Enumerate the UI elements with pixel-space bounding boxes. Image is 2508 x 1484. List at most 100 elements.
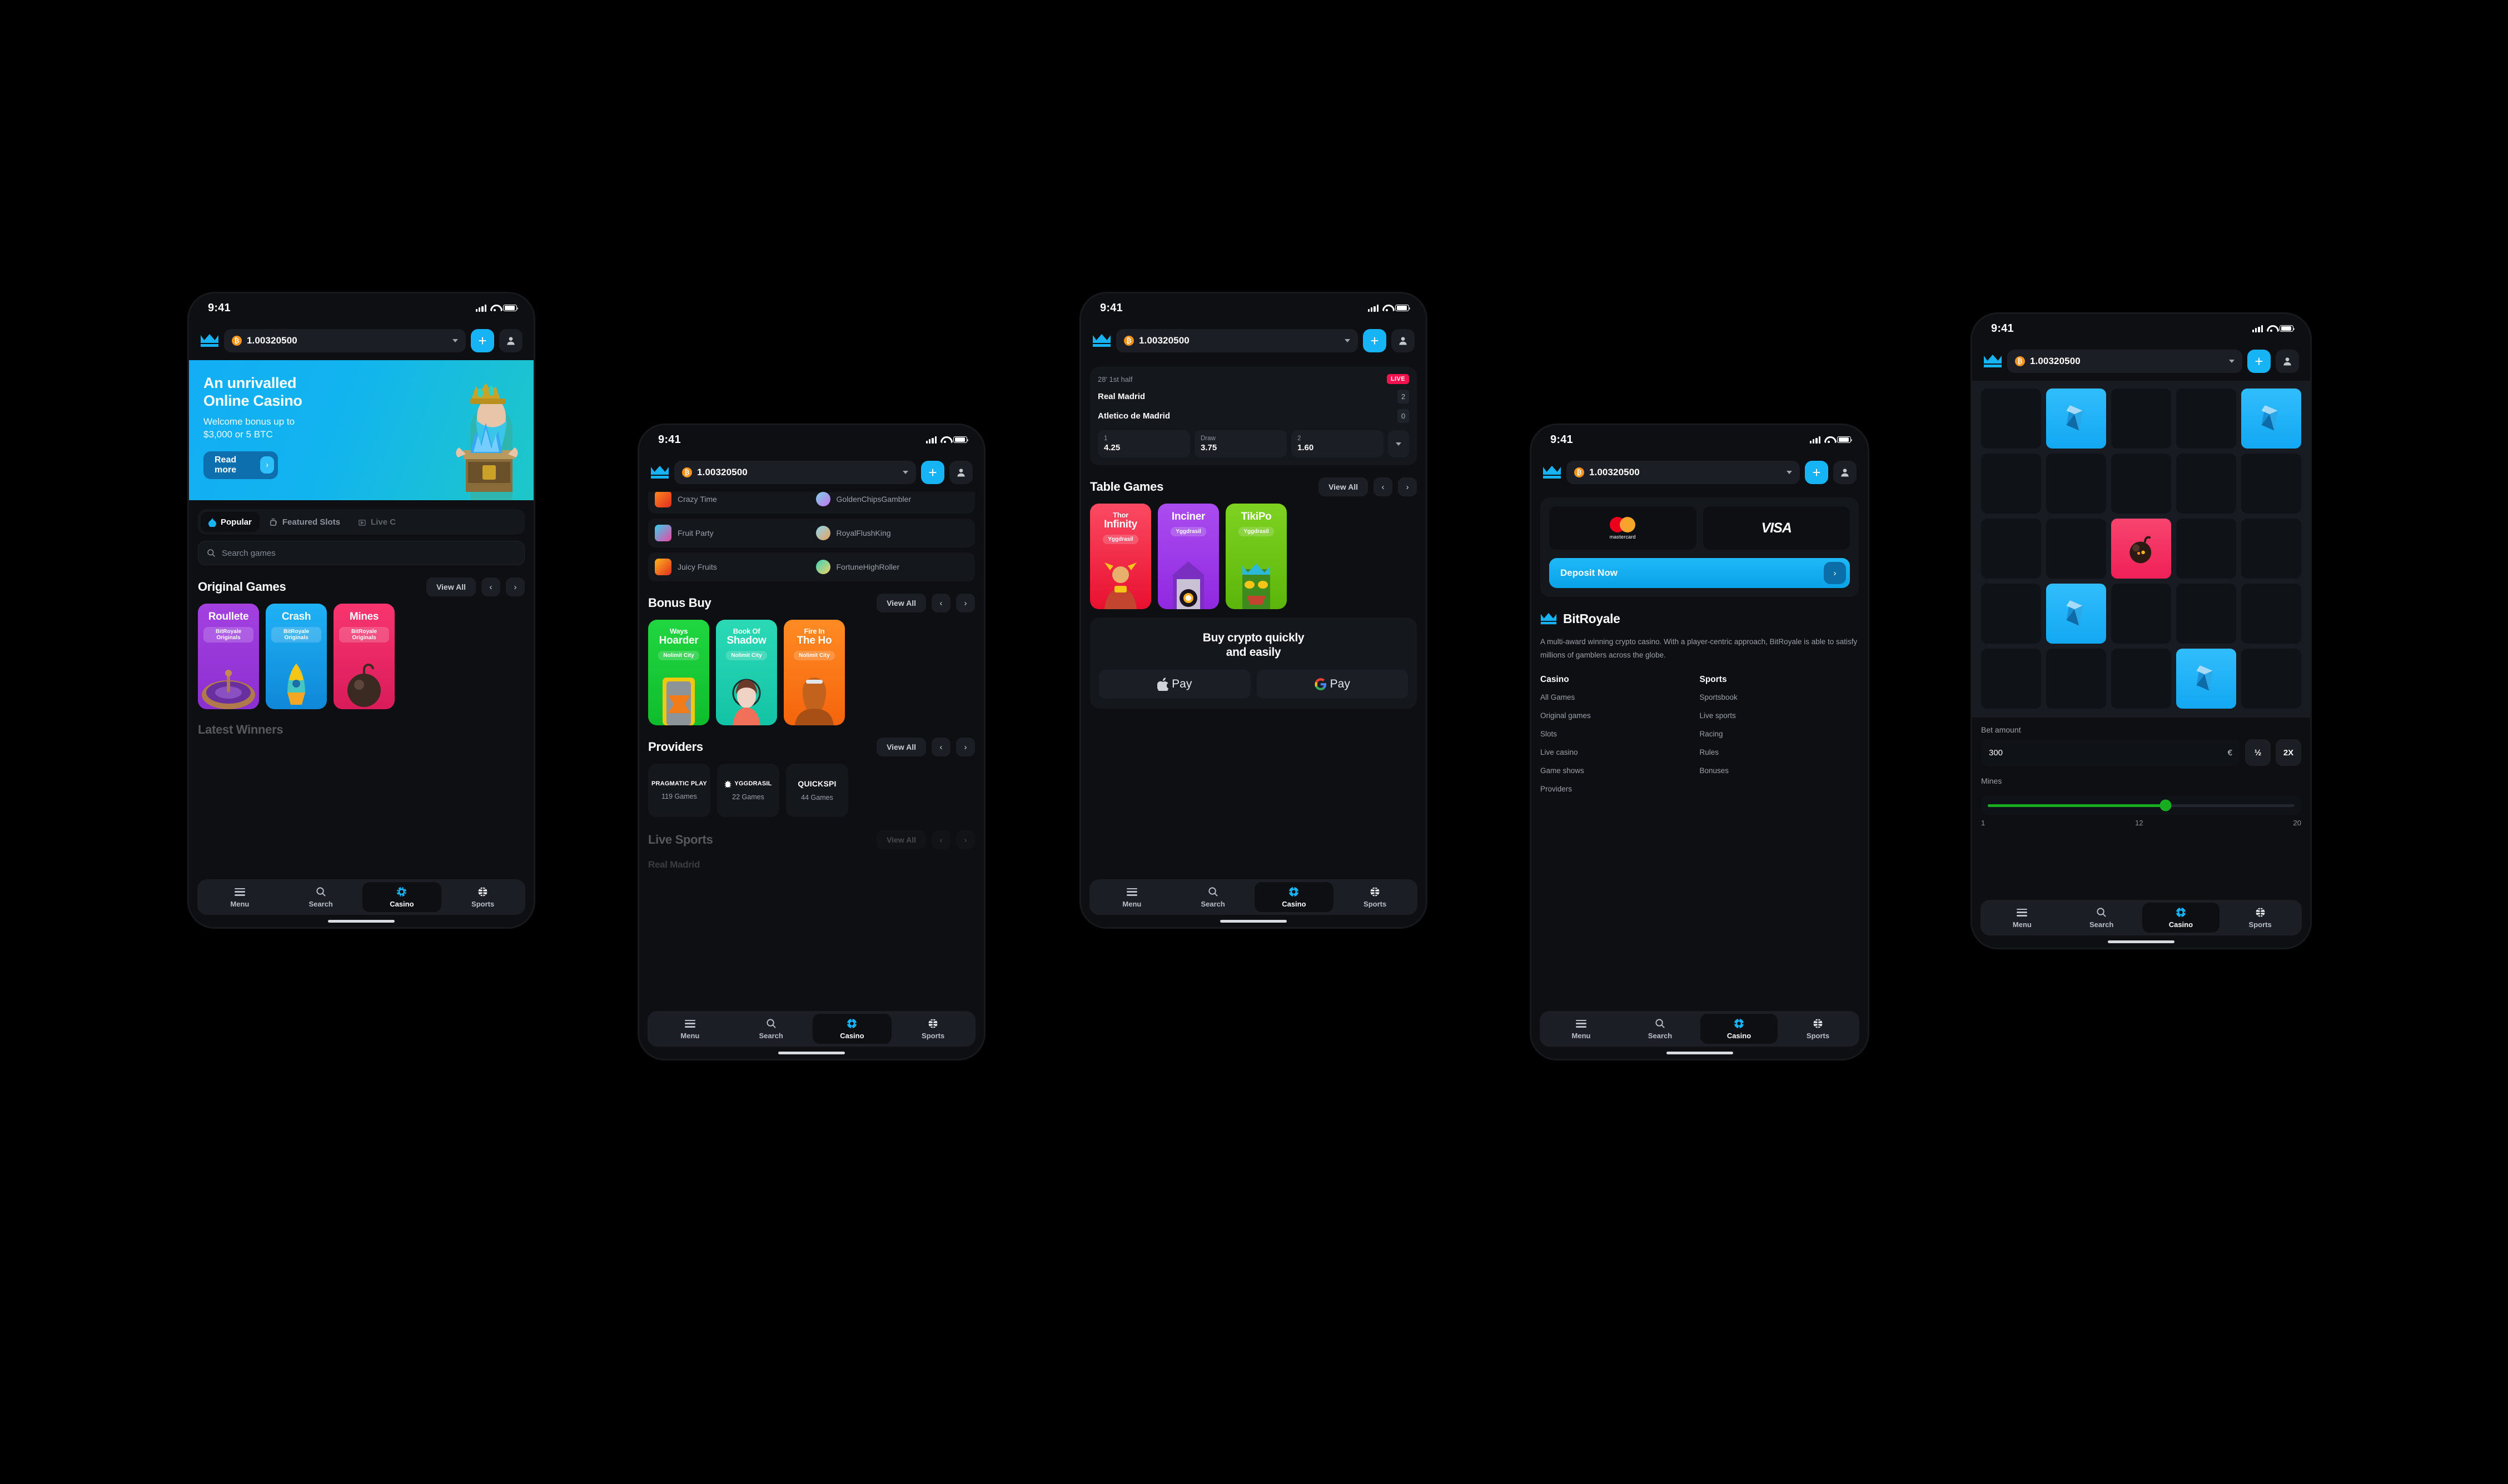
grid-cell-bomb[interactable] <box>2111 519 2171 579</box>
nav-search[interactable]: Search <box>1621 1014 1699 1044</box>
grid-cell-empty[interactable] <box>2176 584 2236 644</box>
profile-button[interactable] <box>2276 350 2299 373</box>
nav-sports[interactable]: Sports <box>893 1014 973 1044</box>
crown-logo-icon[interactable] <box>650 465 669 480</box>
grid-cell-empty[interactable] <box>2046 454 2106 514</box>
balance-selector[interactable]: ₿ 1.00320500 <box>1116 329 1358 352</box>
game-card[interactable]: Roullete BitRoyale Originals <box>198 604 259 709</box>
nav-sports[interactable]: Sports <box>1335 882 1415 912</box>
grid-cell-empty[interactable] <box>1981 519 2041 579</box>
grid-cell-gem[interactable] <box>2176 649 2236 709</box>
carousel-prev-button[interactable]: ‹ <box>481 577 500 596</box>
tab-featured-slots[interactable]: Featured Slots <box>262 512 348 532</box>
bet-amount-input[interactable]: 300 € <box>1981 739 2240 766</box>
nav-menu[interactable]: Menu <box>650 1014 730 1044</box>
profile-button[interactable] <box>1833 461 1857 484</box>
grid-cell-gem[interactable] <box>2046 584 2106 644</box>
nav-menu[interactable]: Menu <box>1542 1014 1620 1044</box>
carousel-next-button[interactable]: › <box>956 738 975 756</box>
providers-carousel[interactable]: PRAGMATIC PLAY 119 Games YGGDRASIL 22 Ga… <box>648 764 984 817</box>
balance-selector[interactable]: ₿ 1.00320500 <box>224 329 466 352</box>
deposit-now-button[interactable]: Deposit Now › <box>1549 558 1850 588</box>
nav-menu[interactable]: Menu <box>200 882 280 912</box>
grid-cell-gem[interactable] <box>2241 389 2301 449</box>
crown-logo-icon[interactable] <box>200 333 219 348</box>
game-card[interactable]: Book Of Shadow Nolimit City <box>716 620 777 725</box>
tab-live-casino[interactable]: Live C <box>350 512 404 532</box>
grid-cell-empty[interactable] <box>2111 389 2171 449</box>
nav-menu[interactable]: Menu <box>1092 882 1172 912</box>
game-card[interactable]: TikiPo Yggdrasil <box>1226 504 1287 609</box>
list-item[interactable]: Crazy Time GoldenChipsGambler <box>648 492 975 514</box>
mastercard-option[interactable]: mastercard <box>1549 506 1696 550</box>
provider-card[interactable]: PRAGMATIC PLAY 119 Games <box>648 764 710 817</box>
footer-link[interactable]: Slots <box>1540 730 1700 738</box>
halve-bet-button[interactable]: ½ <box>2245 739 2271 766</box>
grid-cell-gem[interactable] <box>2046 389 2106 449</box>
footer-link[interactable]: All Games <box>1540 693 1700 701</box>
list-item[interactable]: Fruit Party RoyalFlushKing <box>648 519 975 547</box>
game-card[interactable]: Crash BitRoyale Originals <box>266 604 327 709</box>
carousel-prev-button[interactable]: ‹ <box>932 738 951 756</box>
footer-link[interactable]: Game shows <box>1540 766 1700 775</box>
footer-link[interactable]: Providers <box>1540 785 1700 793</box>
visa-option[interactable]: VISA <box>1703 506 1850 550</box>
footer-link[interactable]: Live sports <box>1700 711 1859 720</box>
crown-logo-icon[interactable] <box>1092 333 1111 348</box>
footer-link[interactable]: Live casino <box>1540 748 1700 756</box>
mines-slider[interactable] <box>1981 796 2301 815</box>
nav-search[interactable]: Search <box>2063 903 2141 933</box>
balance-selector[interactable]: ₿ 1.00320500 <box>674 461 916 484</box>
grid-cell-empty[interactable] <box>2046 519 2106 579</box>
nav-search[interactable]: Search <box>1173 882 1253 912</box>
grid-cell-empty[interactable] <box>1981 389 2041 449</box>
grid-cell-empty[interactable] <box>2241 519 2301 579</box>
double-bet-button[interactable]: 2X <box>2276 739 2301 766</box>
carousel-next-button[interactable]: › <box>956 830 975 849</box>
view-all-button[interactable]: View All <box>877 738 926 756</box>
carousel-next-button[interactable]: › <box>506 577 525 596</box>
balance-selector[interactable]: ₿ 1.00320500 <box>2007 350 2242 373</box>
game-card[interactable]: Fire In The Ho Nolimit City <box>784 620 845 725</box>
nav-sports[interactable]: Sports <box>1779 1014 1857 1044</box>
table-games-carousel[interactable]: Thor Infinity Yggdrasil Inciner Yggdrasil… <box>1090 504 1426 609</box>
nav-casino[interactable]: Casino <box>1254 882 1334 912</box>
promo-hero-banner[interactable]: An unrivalled Online Casino Welcome bonu… <box>189 360 534 500</box>
original-games-carousel[interactable]: Roullete BitRoyale Originals Crash BitRo… <box>198 604 534 709</box>
mines-game-grid[interactable] <box>1972 381 2310 718</box>
profile-button[interactable] <box>949 461 973 484</box>
profile-button[interactable] <box>1391 329 1415 352</box>
nav-casino[interactable]: Casino <box>2142 903 2220 933</box>
read-more-button[interactable]: Read more › <box>203 451 278 479</box>
footer-link[interactable]: Sportsbook <box>1700 693 1859 701</box>
nav-casino[interactable]: Casino <box>362 882 442 912</box>
footer-link[interactable]: Original games <box>1540 711 1700 720</box>
carousel-prev-button[interactable]: ‹ <box>932 830 951 849</box>
grid-cell-empty[interactable] <box>2111 584 2171 644</box>
crown-logo-icon[interactable] <box>1983 354 2002 368</box>
footer-link[interactable]: Racing <box>1700 730 1859 738</box>
profile-button[interactable] <box>499 329 522 352</box>
balance-selector[interactable]: ₿ 1.00320500 <box>1566 461 1800 484</box>
google-pay-button[interactable]: Pay <box>1256 669 1408 699</box>
nav-menu[interactable]: Menu <box>1983 903 2061 933</box>
grid-cell-empty[interactable] <box>2046 649 2106 709</box>
bonus-buy-carousel[interactable]: Ways Hoarder Nolimit City Book Of Shadow N… <box>648 620 984 725</box>
search-games-input[interactable]: Search games <box>198 541 525 565</box>
footer-link[interactable]: Rules <box>1700 748 1859 756</box>
nav-casino[interactable]: Casino <box>1700 1014 1778 1044</box>
game-card[interactable]: Inciner Yggdrasil <box>1158 504 1219 609</box>
grid-cell-empty[interactable] <box>1981 584 2041 644</box>
apple-pay-button[interactable]: Pay <box>1099 669 1251 699</box>
grid-cell-empty[interactable] <box>1981 649 2041 709</box>
footer-link[interactable]: Bonuses <box>1700 766 1859 775</box>
provider-card[interactable]: YGGDRASIL 22 Games <box>717 764 779 817</box>
odd-button-away[interactable]: 2 1.60 <box>1291 430 1384 457</box>
nav-search[interactable]: Search <box>281 882 361 912</box>
provider-card[interactable]: QUICKSPI 44 Games <box>786 764 848 817</box>
carousel-next-button[interactable]: › <box>956 594 975 612</box>
game-card[interactable]: Thor Infinity Yggdrasil <box>1090 504 1151 609</box>
nav-search[interactable]: Search <box>732 1014 811 1044</box>
game-card[interactable]: Mines BitRoyale Originals <box>334 604 395 709</box>
odd-button-home[interactable]: 1 4.25 <box>1098 430 1190 457</box>
